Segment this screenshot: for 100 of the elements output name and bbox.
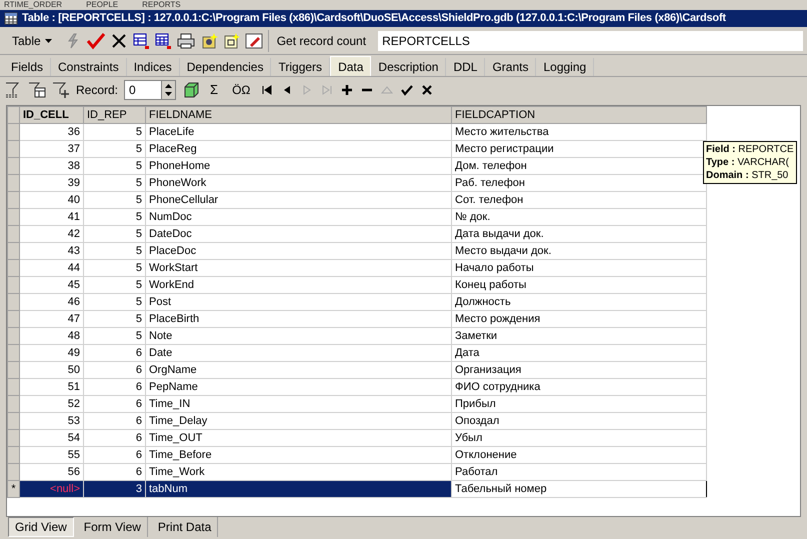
background-tab[interactable]: RTIME_ORDER [4, 0, 62, 10]
table-cell[interactable]: 5 [84, 276, 146, 294]
table-cell[interactable]: 6 [84, 396, 146, 412]
sum-button[interactable]: Σ [206, 80, 222, 100]
tab[interactable]: Grants [485, 58, 536, 76]
table-cell[interactable]: 5 [84, 192, 146, 208]
table-cell[interactable]: 48 [20, 328, 84, 344]
table-cell[interactable]: 5 [84, 310, 146, 328]
table-cell[interactable]: 5 [84, 294, 146, 310]
table-cell[interactable]: 6 [84, 362, 146, 378]
table-cell[interactable]: DateDoc [146, 226, 452, 242]
view-tab[interactable]: Form View [78, 517, 148, 537]
table-cell[interactable]: Место выдачи док. [452, 242, 706, 260]
tab[interactable]: DDL [446, 58, 486, 76]
column-header[interactable]: ID_CELL [20, 106, 84, 124]
table-cell[interactable]: Note [146, 328, 452, 344]
tab[interactable]: Indices [126, 58, 180, 76]
special-chars-button[interactable]: ÖΩ [228, 81, 254, 99]
table-cell[interactable]: ФИО сотрудника [452, 378, 706, 396]
table-cell[interactable]: Убыл [452, 430, 706, 446]
table-cell[interactable]: Дата [452, 344, 706, 362]
view-tab[interactable]: Grid View [8, 517, 74, 537]
table-cell[interactable]: 6 [84, 378, 146, 396]
table-cell[interactable]: <null> [20, 480, 84, 498]
table-cell[interactable]: Заметки [452, 328, 706, 344]
table-cell[interactable]: 52 [20, 396, 84, 412]
table-cell[interactable]: 45 [20, 276, 84, 294]
table-cell[interactable]: PlaceLife [146, 124, 452, 140]
table-cell[interactable]: Должность [452, 294, 706, 310]
tab[interactable]: Logging [536, 58, 594, 76]
column-header[interactable]: ID_REP [84, 106, 146, 124]
table-cell[interactable]: 37 [20, 140, 84, 158]
table-cell[interactable]: 6 [84, 344, 146, 362]
table-cell[interactable]: Date [146, 344, 452, 362]
table-cell[interactable]: 6 [84, 412, 146, 430]
table-cell[interactable]: NumDoc [146, 208, 452, 226]
table-cell[interactable]: OrgName [146, 362, 452, 378]
table-cell[interactable]: 6 [84, 430, 146, 446]
table-cell[interactable]: 36 [20, 124, 84, 140]
table-cell[interactable]: 5 [84, 242, 146, 260]
table-cell[interactable]: 43 [20, 242, 84, 260]
table-cell[interactable]: 5 [84, 260, 146, 276]
column-header[interactable]: FIELDNAME [146, 106, 452, 124]
tab[interactable]: Dependencies [180, 58, 272, 76]
table-cell[interactable]: WorkEnd [146, 276, 452, 294]
background-tab[interactable]: PEOPLE [86, 0, 118, 10]
table-cell[interactable]: 5 [84, 140, 146, 158]
background-tab[interactable]: REPORTS [142, 0, 181, 10]
table-cell[interactable]: Time_IN [146, 396, 452, 412]
table-cell[interactable]: 38 [20, 158, 84, 174]
table-cell[interactable]: Дата выдачи док. [452, 226, 706, 242]
table-cell[interactable]: 3 [84, 480, 146, 498]
table-cell[interactable]: Time_Before [146, 446, 452, 464]
table-cell[interactable]: 44 [20, 260, 84, 276]
table-cell[interactable]: 5 [84, 174, 146, 192]
table-cell[interactable]: 46 [20, 294, 84, 310]
column-header[interactable]: FIELDCAPTION [452, 106, 706, 124]
table-cell[interactable]: Место рождения [452, 310, 706, 328]
table-name-field[interactable]: REPORTCELLS [378, 30, 803, 50]
table-cell[interactable]: Отклонение [452, 446, 706, 464]
table-cell[interactable]: Time_Delay [146, 412, 452, 430]
table-cell[interactable]: PlaceReg [146, 140, 452, 158]
table-cell[interactable]: 5 [84, 226, 146, 242]
tab[interactable]: Fields [4, 58, 52, 76]
table-cell[interactable]: Место жительства [452, 124, 706, 140]
table-cell[interactable]: PhoneCellular [146, 192, 452, 208]
table-cell[interactable]: 47 [20, 310, 84, 328]
table-cell[interactable]: PlaceBirth [146, 310, 452, 328]
table-cell[interactable]: 5 [84, 158, 146, 174]
table-menu-button[interactable]: Table [4, 30, 60, 52]
table-cell[interactable]: 54 [20, 430, 84, 446]
table-cell[interactable]: tabNum [146, 480, 452, 498]
table-cell[interactable]: 5 [84, 328, 146, 344]
table-cell[interactable]: 5 [84, 124, 146, 140]
table-cell[interactable]: 51 [20, 378, 84, 396]
table-cell[interactable]: 42 [20, 226, 84, 242]
table-cell[interactable]: Сот. телефон [452, 192, 706, 208]
table-cell[interactable]: Начало работы [452, 260, 706, 276]
table-cell[interactable]: 53 [20, 412, 84, 430]
table-cell[interactable]: 49 [20, 344, 84, 362]
table-cell[interactable]: PhoneHome [146, 158, 452, 174]
table-cell[interactable]: WorkStart [146, 260, 452, 276]
table-cell[interactable]: № док. [452, 208, 706, 226]
table-cell[interactable]: Конец работы [452, 276, 706, 294]
table-cell[interactable]: 6 [84, 446, 146, 464]
table-cell[interactable]: 55 [20, 446, 84, 464]
table-cell[interactable]: PhoneWork [146, 174, 452, 192]
tab[interactable]: Description [371, 58, 446, 76]
tab[interactable]: Data [330, 56, 372, 76]
table-cell[interactable]: Табельный номер [452, 480, 706, 498]
table-cell[interactable]: 39 [20, 174, 84, 192]
table-cell[interactable]: Прибыл [452, 396, 706, 412]
table-cell[interactable]: Организация [452, 362, 706, 378]
table-cell[interactable]: PlaceDoc [146, 242, 452, 260]
table-cell[interactable]: 5 [84, 208, 146, 226]
table-cell[interactable]: 50 [20, 362, 84, 378]
record-spinner[interactable]: 0 [124, 80, 176, 100]
table-cell[interactable]: Time_OUT [146, 430, 452, 446]
table-cell[interactable]: PepName [146, 378, 452, 396]
table-cell[interactable]: Опоздал [452, 412, 706, 430]
